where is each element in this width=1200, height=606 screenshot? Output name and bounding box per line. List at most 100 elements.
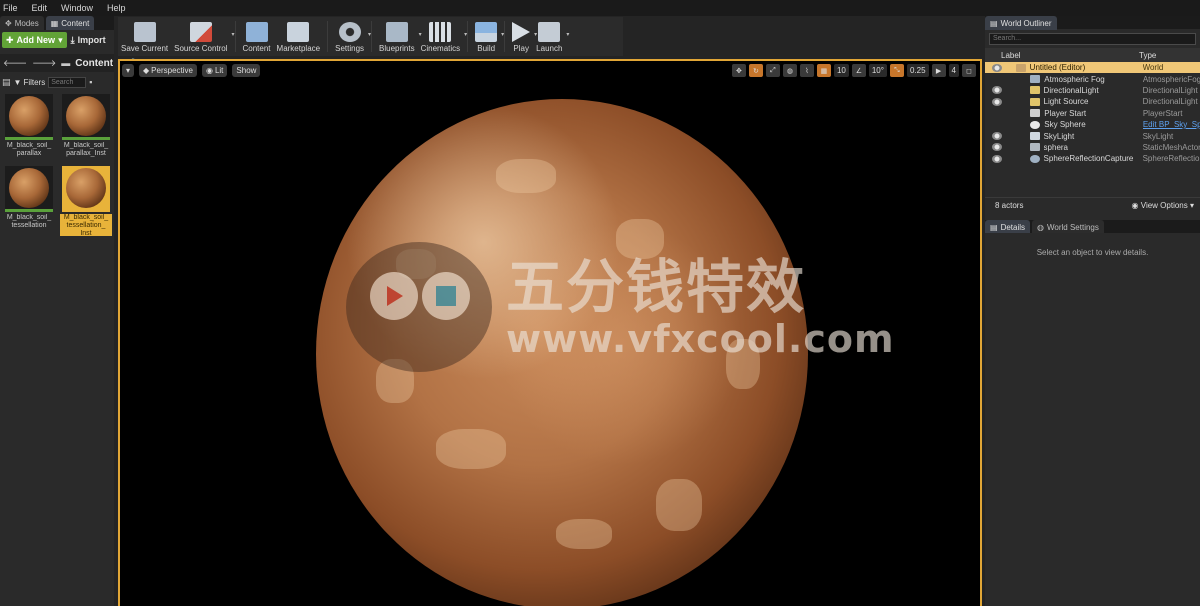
asset-tile[interactable]: M_black_soil_ parallax_Inst: [60, 94, 112, 164]
divider: [371, 21, 373, 52]
static-mesh-icon: [1029, 143, 1040, 152]
globe-icon: ◍: [1037, 222, 1044, 232]
visibility-eye-icon[interactable]: [992, 86, 1002, 95]
visibility-eye-icon[interactable]: [992, 97, 1002, 106]
watermark: 五分钱特效 www.vfxcool.com: [346, 242, 895, 372]
scale-snap-icon[interactable]: ⤡: [889, 64, 904, 77]
chevron-down-icon[interactable]: ▾: [501, 31, 504, 38]
chevron-down-icon[interactable]: ▾: [231, 31, 234, 38]
divider: [327, 21, 329, 52]
settings-button[interactable]: Settings ▾: [332, 17, 371, 56]
rotation-snap-icon[interactable]: ∠: [851, 64, 866, 77]
launch-icon: [538, 22, 561, 42]
column-label[interactable]: Label: [1001, 51, 1139, 60]
settings-label: Settings: [335, 44, 365, 53]
build-icon: [475, 22, 498, 42]
source-control-button[interactable]: Source Control ▾: [171, 17, 235, 56]
forward-arrow-icon[interactable]: 🡒: [32, 58, 56, 69]
show-label: Show: [236, 66, 257, 75]
column-type[interactable]: Type: [1139, 51, 1156, 60]
visibility-eye-icon[interactable]: [992, 132, 1002, 141]
scale-snap-value[interactable]: 0.25: [906, 64, 929, 77]
blueprints-button[interactable]: Blueprints ▾: [376, 17, 422, 56]
launch-button[interactable]: Launch ▾: [533, 17, 569, 56]
asset-search-input[interactable]: Search: [48, 76, 87, 88]
save-icon: [133, 22, 156, 42]
grid-snap-icon[interactable]: ▦: [816, 64, 831, 77]
details-panel: Select an object to view details.: [985, 233, 1200, 606]
menu-help[interactable]: Help: [100, 3, 133, 13]
outliner-row[interactable]: SkyLight SkyLight: [985, 130, 1200, 141]
outliner-row[interactable]: Sky Sphere Edit BP_Sky_Sp: [985, 119, 1200, 130]
outliner-row[interactable]: Atmospheric Fog AtmosphericFog: [985, 73, 1200, 84]
viewport-options-button[interactable]: ▾: [122, 64, 135, 77]
save-current-button[interactable]: Save Current: [118, 17, 171, 56]
world-space-icon[interactable]: ◍: [782, 64, 797, 77]
outliner-search-input[interactable]: Search...: [989, 33, 1196, 45]
view-options-button[interactable]: ◉ View Options ▾: [1132, 201, 1194, 210]
monkey-logo-icon: [346, 242, 492, 372]
visibility-eye-icon[interactable]: [992, 143, 1002, 152]
lit-button[interactable]: ◉ Lit: [201, 64, 228, 77]
outliner-row[interactable]: Untitled (Editor) World: [985, 62, 1200, 74]
chevron-down-icon[interactable]: ▾: [464, 31, 467, 38]
chevron-down-icon[interactable]: ▾: [368, 31, 371, 38]
menu-file[interactable]: File: [0, 3, 25, 13]
details-hint: Select an object to view details.: [1036, 248, 1149, 257]
tab-content-label: Content: [61, 18, 90, 28]
asset-tile[interactable]: M_black_soil_ parallax: [3, 94, 55, 164]
asset-grid: M_black_soil_ parallax M_black_soil_ paral…: [0, 90, 114, 240]
perspective-button[interactable]: ◆ Perspective: [139, 64, 197, 77]
divider: [504, 21, 506, 52]
outliner-row[interactable]: SphereReflectionCapture SphereReflection: [985, 153, 1200, 164]
visibility-eye-icon[interactable]: [992, 63, 1002, 72]
visibility-eye-icon[interactable]: [991, 121, 1003, 129]
save-icon[interactable]: ▪: [89, 77, 92, 87]
asset-tile-selected[interactable]: M_black_soil_ tessellation_ Inst: [60, 166, 112, 236]
level-viewport[interactable]: ▾ ◆ Perspective ◉ Lit Show ✥ ↻ ⤢ ◍ ⌇ ▦ 1…: [118, 59, 982, 606]
rock-highlight: [656, 479, 702, 531]
filters-button[interactable]: ▼ Filters: [14, 78, 46, 87]
outliner-row[interactable]: Light Source DirectionalLight: [985, 96, 1200, 107]
outliner-row[interactable]: sphera StaticMeshActor: [985, 142, 1200, 153]
camera-speed-value[interactable]: 4: [948, 64, 959, 77]
play-label: Play: [513, 44, 529, 53]
scale-icon[interactable]: ⤢: [765, 64, 780, 77]
menu-window[interactable]: Window: [54, 3, 100, 13]
grid-snap-value[interactable]: 10: [833, 64, 849, 77]
rotation-snap-value[interactable]: 10°: [868, 64, 887, 77]
tab-details[interactable]: ▤ Details: [985, 220, 1031, 234]
edit-blueprint-link[interactable]: Edit BP_Sky_Sp: [1143, 120, 1200, 129]
show-button[interactable]: Show: [232, 64, 261, 77]
breadcrumb[interactable]: Content: [75, 58, 113, 69]
light-icon: [1029, 97, 1040, 106]
rotate-icon[interactable]: ↻: [748, 64, 763, 77]
content-button[interactable]: Content: [240, 17, 274, 56]
camera-speed-icon[interactable]: ▶: [931, 64, 946, 77]
build-button[interactable]: Build ▾: [472, 17, 504, 56]
play-button[interactable]: Play ▾: [509, 17, 537, 56]
translate-icon[interactable]: ✥: [731, 64, 746, 77]
visibility-eye-icon[interactable]: [992, 154, 1002, 163]
cinematics-button[interactable]: Cinematics ▾: [418, 17, 467, 56]
maximize-icon[interactable]: ◻: [962, 64, 976, 77]
tab-world-settings[interactable]: ◍ World Settings: [1032, 220, 1104, 234]
menu-edit[interactable]: Edit: [25, 3, 55, 13]
visibility-eye-icon[interactable]: [991, 75, 1003, 83]
marketplace-button[interactable]: Marketplace: [274, 17, 324, 56]
tab-content[interactable]: ▦ Content: [45, 16, 95, 30]
sources-icon[interactable]: ▤: [2, 77, 11, 88]
chevron-down-icon[interactable]: ▾: [566, 31, 569, 38]
surface-snap-icon[interactable]: ⌇: [799, 64, 814, 77]
import-button[interactable]: ⤓ Import: [71, 32, 106, 48]
asset-tile[interactable]: M_black_soil_ tessellation: [3, 166, 55, 236]
add-new-button[interactable]: ✚ Add New ▾: [2, 32, 67, 48]
rock-highlight: [556, 519, 612, 549]
back-arrow-icon[interactable]: 🡐: [3, 58, 27, 69]
outliner-row[interactable]: Player Start PlayerStart: [985, 108, 1200, 119]
tab-world-outliner[interactable]: ▤ World Outliner: [985, 16, 1057, 30]
tab-world-settings-label: World Settings: [1047, 222, 1099, 232]
outliner-row[interactable]: DirectionalLight DirectionalLight: [985, 85, 1200, 96]
visibility-eye-icon[interactable]: [991, 109, 1003, 117]
tab-modes[interactable]: ✥ Modes: [0, 16, 44, 30]
